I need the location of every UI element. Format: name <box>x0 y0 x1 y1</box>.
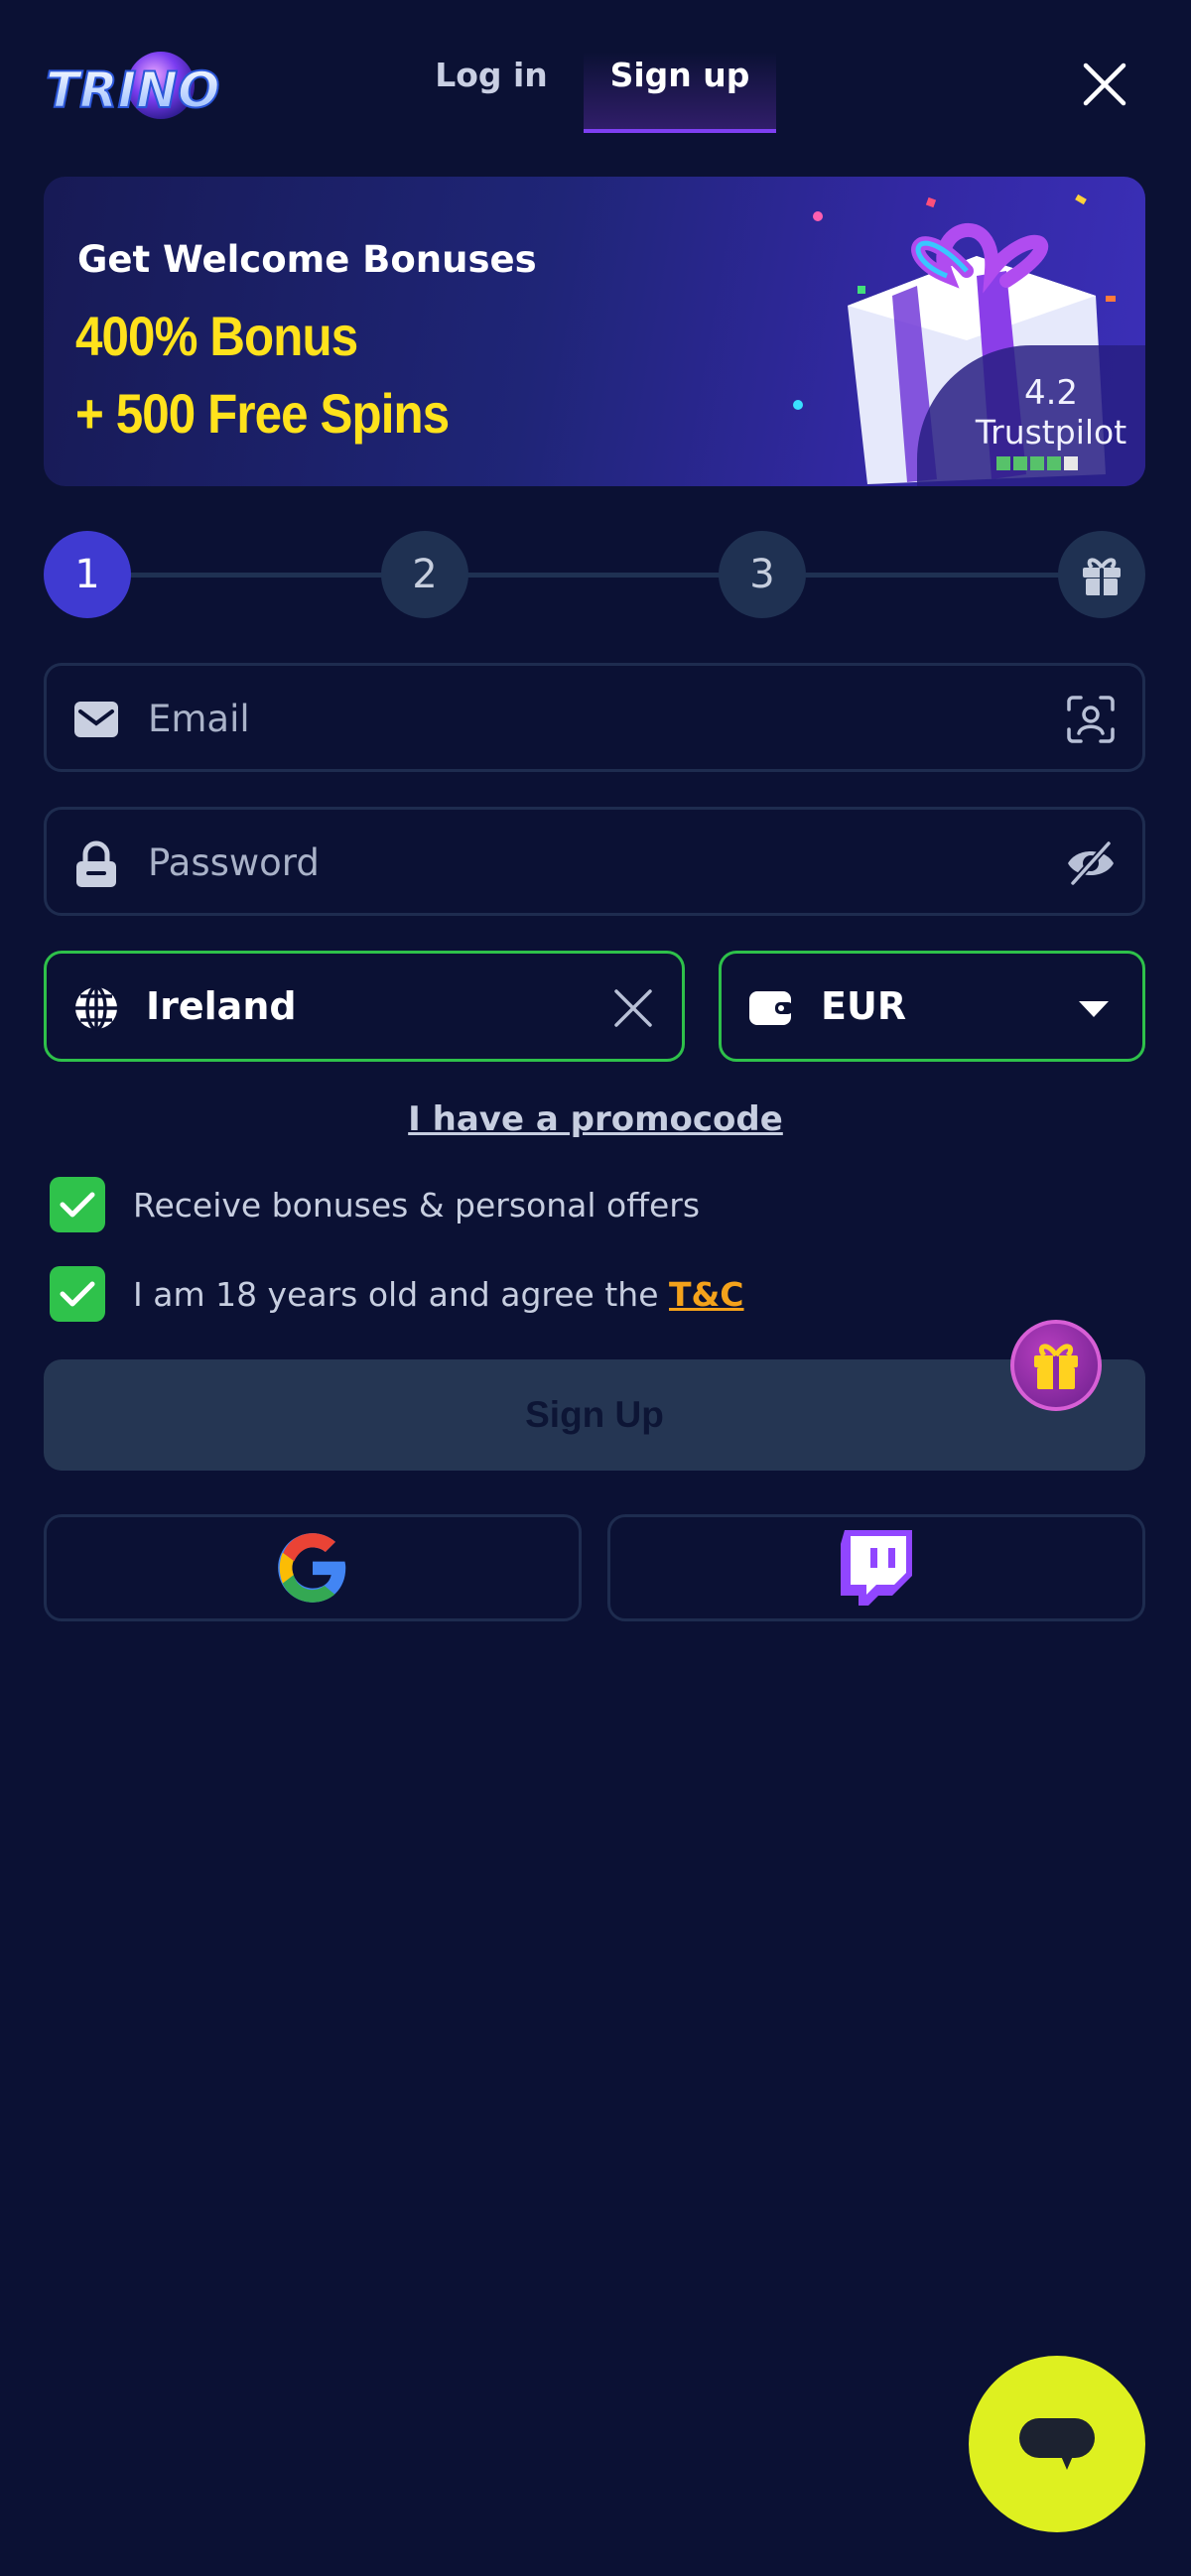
checkmark-icon <box>60 1281 95 1307</box>
step-2: 2 <box>381 531 468 618</box>
chevron-down-icon <box>1077 999 1111 1023</box>
stepper-track <box>87 573 1104 578</box>
currency-value: EUR <box>821 984 907 1028</box>
star-icon <box>996 456 1010 470</box>
promocode-link[interactable]: I have a promocode <box>0 1099 1191 1139</box>
step-3: 3 <box>719 531 806 618</box>
banner-bonus-text: 400% Bonus <box>75 305 358 367</box>
banner-spins-text: + 500 Free Spins <box>75 382 450 445</box>
currency-select[interactable]: EUR <box>719 951 1145 1062</box>
email-input[interactable] <box>146 666 1003 771</box>
close-icon[interactable] <box>1080 60 1129 109</box>
step-gift <box>1058 531 1145 618</box>
star-icon <box>1013 456 1027 470</box>
star-icon <box>1030 456 1044 470</box>
terms-checkbox[interactable] <box>50 1266 105 1322</box>
sign-up-button[interactable]: Sign Up <box>44 1359 1145 1471</box>
star-icon <box>1047 456 1061 470</box>
terms-checkbox-row: I am 18 years old and agree the T&C <box>50 1266 744 1322</box>
offers-checkbox-label: Receive bonuses & personal offers <box>133 1185 701 1224</box>
trustpilot-label: Trustpilot <box>975 413 1127 451</box>
google-login-button[interactable] <box>44 1514 582 1621</box>
checkmark-icon <box>60 1192 95 1218</box>
twitch-icon <box>841 1530 912 1606</box>
globe-icon <box>72 984 120 1036</box>
gift-icon <box>1083 558 1121 595</box>
offers-checkbox-row: Receive bonuses & personal offers <box>50 1177 700 1232</box>
floating-gift-button[interactable] <box>1010 1320 1102 1411</box>
terms-link[interactable]: T&C <box>669 1275 744 1314</box>
mail-icon <box>72 700 120 739</box>
welcome-bonus-banner[interactable]: Get Welcome Bonuses 400% Bonus + 500 Fre… <box>44 177 1145 486</box>
password-field[interactable] <box>44 807 1145 916</box>
terms-text: I am 18 years old and agree the <box>133 1274 659 1314</box>
password-input[interactable] <box>146 810 1003 915</box>
tab-login[interactable]: Log in <box>427 52 556 133</box>
google-icon <box>278 1533 346 1603</box>
tab-signup[interactable]: Sign up <box>584 52 776 133</box>
trustpilot-rating: 4.2 <box>1023 373 1079 413</box>
step-1: 1 <box>44 531 131 618</box>
country-value: Ireland <box>146 984 297 1028</box>
offers-checkbox[interactable] <box>50 1177 105 1232</box>
face-scan-icon[interactable] <box>1065 694 1117 745</box>
wallet-icon <box>747 987 795 1033</box>
banner-title: Get Welcome Bonuses <box>77 238 537 281</box>
svg-text:TRINO: TRINO <box>46 62 220 119</box>
chat-support-button[interactable] <box>969 2356 1145 2532</box>
trino-logo[interactable]: TRINO <box>44 38 232 137</box>
country-select[interactable]: Ireland <box>44 951 685 1062</box>
eye-off-icon[interactable] <box>1065 837 1117 889</box>
email-field[interactable] <box>44 663 1145 772</box>
lock-icon <box>72 839 120 889</box>
twitch-login-button[interactable] <box>607 1514 1145 1621</box>
trustpilot-stars <box>996 456 1078 470</box>
terms-checkbox-label: I am 18 years old and agree the T&C <box>133 1275 744 1314</box>
clear-icon[interactable] <box>612 987 654 1033</box>
star-icon <box>1064 456 1078 470</box>
chat-icon <box>1019 2418 1095 2470</box>
gift-icon <box>1034 1344 1078 1389</box>
